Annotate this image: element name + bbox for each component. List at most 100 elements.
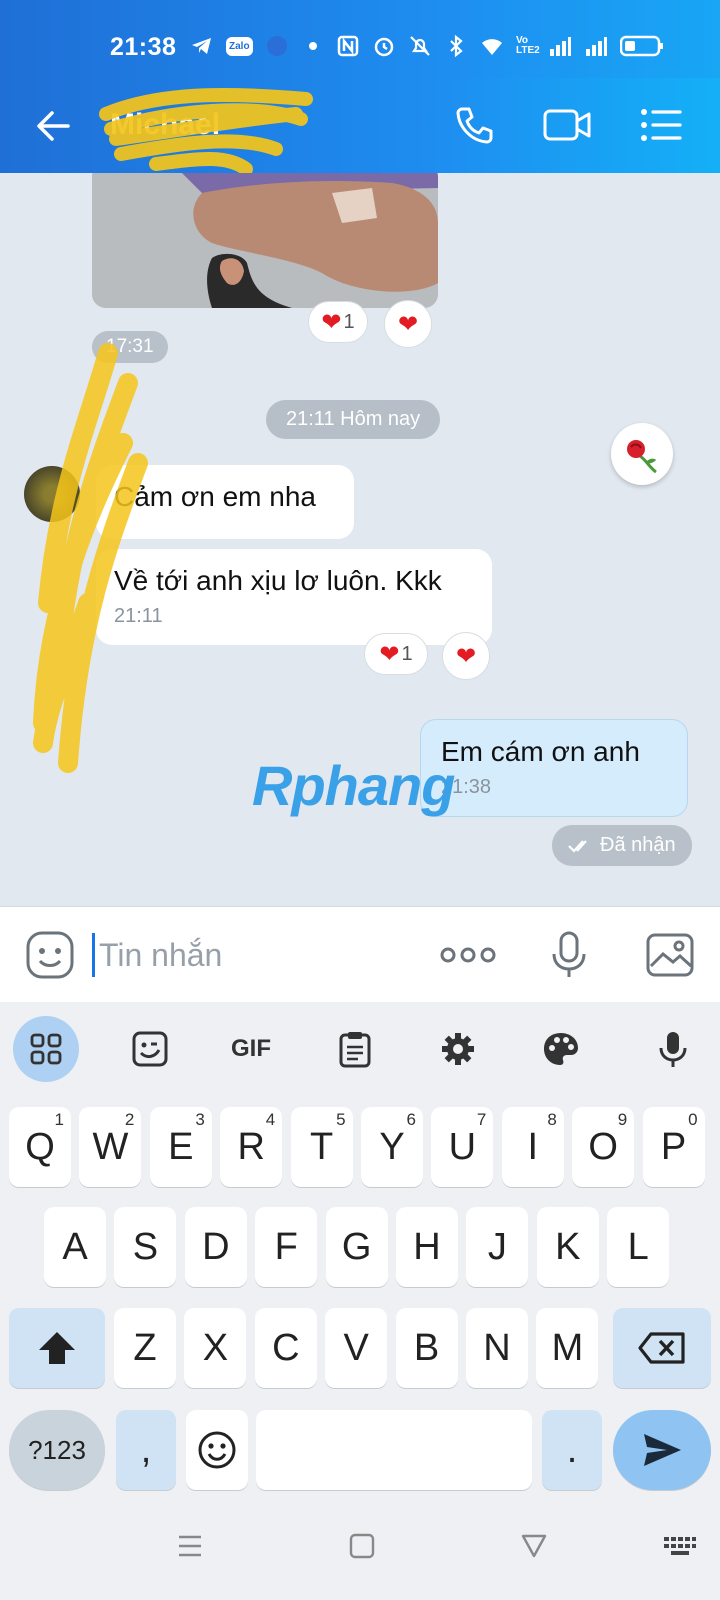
back-arrow-icon[interactable] [34, 106, 74, 146]
back-button[interactable] [514, 1528, 554, 1564]
key-label: O [588, 1125, 618, 1168]
key-j[interactable]: J [466, 1207, 529, 1287]
message-composer: Tin nhắn [0, 906, 720, 1002]
key-number-hint: 5 [336, 1110, 346, 1129]
sent-message[interactable]: Em cám ơn anh 21:38 [420, 719, 688, 817]
key-number-hint: 2 [124, 1110, 135, 1129]
voice-message-button[interactable] [541, 927, 597, 983]
redaction-scribble [99, 87, 313, 176]
key-z[interactable]: Z [114, 1308, 176, 1388]
more-options-button[interactable] [440, 927, 496, 983]
add-reaction-button[interactable]: ❤ [442, 632, 490, 680]
photo-image [92, 173, 438, 308]
key-f[interactable]: F [255, 1207, 318, 1287]
comma-key[interactable]: , [116, 1410, 176, 1490]
key-label: F [274, 1225, 298, 1268]
symbols-key[interactable]: ?123 [9, 1410, 105, 1490]
status-notification-icons: Zalo [190, 34, 325, 58]
key-d[interactable]: D [184, 1207, 247, 1287]
key-c[interactable]: C [254, 1308, 317, 1388]
home-button[interactable] [342, 1528, 382, 1564]
day-separator: 21:11 Hôm nay [266, 400, 441, 439]
signal-icon-2 [586, 37, 607, 56]
message-time: 21:11 [114, 605, 163, 627]
key-number-hint: 4 [265, 1110, 276, 1129]
key-h[interactable]: H [396, 1207, 458, 1287]
message-text: Về tới anh xịu lơ luôn. Kkk [114, 565, 442, 596]
keyboard-switch-button[interactable] [660, 1528, 700, 1564]
menu-button[interactable] [636, 100, 686, 150]
reaction-summary[interactable]: ❤ 1 [364, 633, 428, 675]
keyboard-gif-button[interactable]: GIF [218, 1016, 284, 1082]
period-key[interactable]: . [542, 1410, 602, 1490]
key-w[interactable]: W2 [79, 1107, 142, 1187]
add-reaction-button[interactable]: ❤ [384, 300, 432, 348]
key-number-hint: 6 [406, 1110, 416, 1129]
key-n[interactable]: N [466, 1308, 528, 1388]
key-label: H [413, 1225, 441, 1268]
backspace-key[interactable] [613, 1308, 711, 1388]
sticker-icon [132, 1031, 168, 1067]
key-label: Z [133, 1326, 157, 1369]
key-label: U [448, 1125, 477, 1168]
received-message[interactable]: Về tới anh xịu lơ luôn. Kkk 21:11 [96, 549, 492, 645]
chat-messages[interactable]: ❤ 1 ❤ 17:31 21:11 Hôm nay Cảm ơn em nha … [0, 173, 720, 906]
key-label: L [627, 1225, 649, 1268]
key-v[interactable]: V [325, 1308, 388, 1388]
key-p[interactable]: P0 [642, 1107, 705, 1187]
messenger-icon [266, 36, 287, 56]
key-x[interactable]: X [184, 1308, 247, 1388]
key-label: A [62, 1225, 88, 1268]
sticker-emoji-button[interactable] [22, 927, 78, 983]
key-l[interactable]: L [607, 1207, 670, 1287]
keyboard-sticker-button[interactable] [117, 1016, 183, 1082]
telegram-icon [192, 38, 211, 54]
keyboard-voice-button[interactable] [640, 1016, 706, 1082]
mute-icon [410, 36, 430, 56]
key-s[interactable]: S [114, 1207, 177, 1287]
video-call-button[interactable] [542, 100, 592, 150]
key-a[interactable]: A [44, 1207, 106, 1287]
key-q[interactable]: Q1 [9, 1107, 71, 1187]
chat-header: Michael [0, 78, 720, 176]
bluetooth-icon [450, 34, 463, 58]
key-e[interactable]: E3 [149, 1107, 212, 1187]
key-g[interactable]: G [325, 1207, 388, 1287]
key-t[interactable]: T5 [290, 1107, 353, 1187]
key-r[interactable]: R4 [220, 1107, 283, 1187]
clipboard-icon [339, 1032, 371, 1068]
voice-call-button[interactable] [450, 100, 500, 150]
key-y[interactable]: Y6 [361, 1107, 423, 1187]
backspace-icon [638, 1332, 685, 1364]
reaction-summary[interactable]: ❤ 1 [308, 301, 368, 343]
message-input[interactable]: Tin nhắn [92, 933, 222, 977]
key-o[interactable]: O9 [572, 1107, 635, 1187]
keyboard-theme-button[interactable] [528, 1016, 594, 1082]
keyboard-clipboard-button[interactable] [322, 1016, 388, 1082]
keyboard-apps-button[interactable] [13, 1016, 79, 1082]
key-k[interactable]: K [536, 1207, 599, 1287]
double-check-icon [568, 839, 587, 853]
keyboard-icon [664, 1537, 696, 1555]
key-i[interactable]: I8 [501, 1107, 564, 1187]
photo-message[interactable] [92, 173, 438, 308]
keyboard-settings-button[interactable] [425, 1016, 491, 1082]
alarm-icon [374, 37, 394, 57]
space-key[interactable] [256, 1410, 532, 1490]
delivery-status: Đã nhận [552, 825, 692, 866]
key-m[interactable]: M [536, 1308, 599, 1388]
send-key[interactable] [613, 1410, 711, 1490]
key-number-hint: 8 [547, 1110, 557, 1129]
quick-react-button[interactable] [611, 423, 673, 485]
emoji-key[interactable] [186, 1410, 248, 1490]
shift-key[interactable] [9, 1308, 105, 1388]
key-b[interactable]: B [395, 1308, 458, 1388]
send-image-button[interactable] [642, 927, 698, 983]
key-u[interactable]: U7 [431, 1107, 494, 1187]
key-label: D [202, 1225, 230, 1268]
recents-button[interactable] [170, 1528, 210, 1564]
status-bar: 21:38 Zalo Vo LTE2 [0, 0, 720, 78]
grid-apps-icon [30, 1033, 62, 1065]
signal-icon-1 [550, 37, 571, 56]
volte-label: Vo LTE2 [516, 35, 540, 56]
